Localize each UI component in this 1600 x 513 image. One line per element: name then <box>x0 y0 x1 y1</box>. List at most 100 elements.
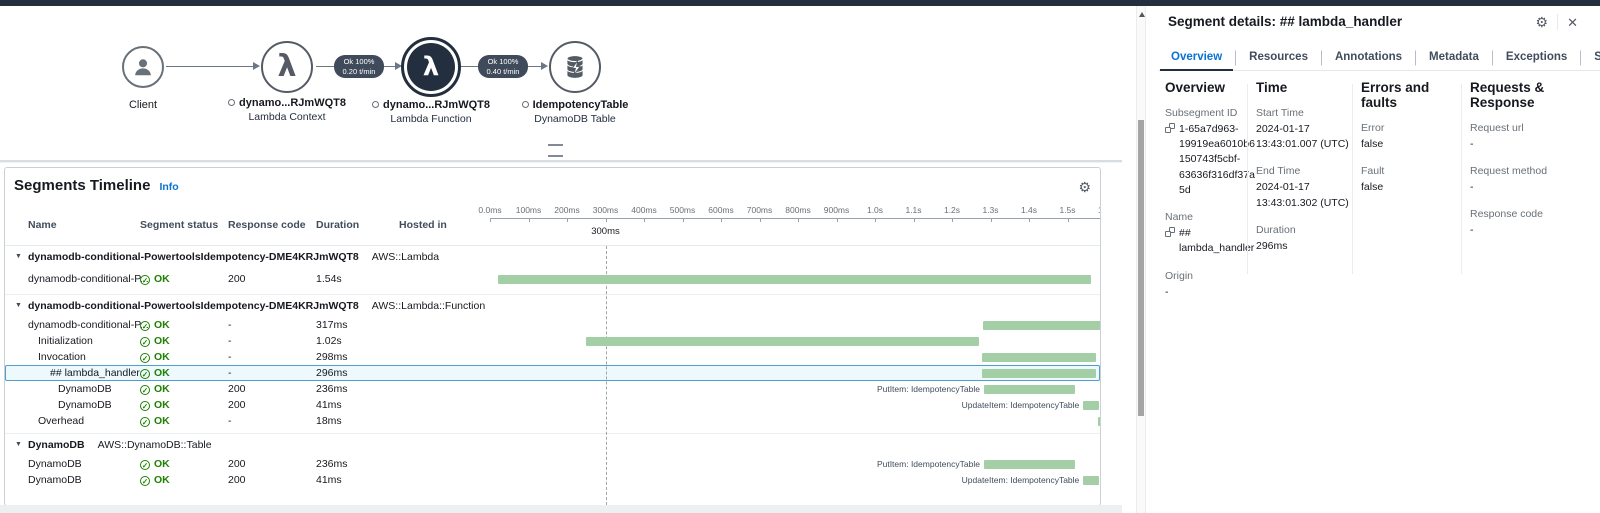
ok-check-icon: ✓ <box>140 476 150 486</box>
segment-name: dynamodb-conditional-P... <box>28 268 149 290</box>
column-rule <box>1461 84 1462 274</box>
field-label: Duration <box>1256 224 1356 236</box>
response-code: 200 <box>228 268 246 290</box>
duration: 298ms <box>316 349 348 365</box>
segment-status: ✓OK <box>140 317 170 333</box>
timeline-segment-row[interactable]: DynamoDB✓OK20041msUpdateItem: Idempotenc… <box>5 397 1100 413</box>
axis-tick-label: 1.5s <box>1059 205 1075 215</box>
axis-tick-mark <box>837 218 838 222</box>
segment-status: ✓OK <box>140 268 170 290</box>
group-name: dynamodb-conditional-PowertoolsIdempoten… <box>28 295 359 317</box>
duration-bar[interactable] <box>1083 401 1099 410</box>
timeline-segment-row[interactable]: DynamoDB✓OK20041msUpdateItem: Idempotenc… <box>5 472 1100 488</box>
duration-bar[interactable] <box>984 385 1075 394</box>
segment-name: DynamoDB <box>28 472 82 488</box>
field-label: End Time <box>1256 165 1356 177</box>
duration-bar[interactable] <box>1083 476 1099 485</box>
detail-field: Faultfalse <box>1361 165 1456 195</box>
timeline-segment-row[interactable]: Overhead✓OK-18ms <box>5 413 1100 429</box>
field-label: Origin <box>1165 270 1257 282</box>
field-value: - <box>1470 181 1474 193</box>
collapse-triangle-icon[interactable]: ▼ <box>15 295 22 317</box>
node-lambda-context[interactable]: λ <box>261 41 313 93</box>
panel-resize-handle[interactable] <box>548 144 563 157</box>
tab-exceptions[interactable]: Exceptions <box>1492 46 1580 70</box>
detail-field: Request url- <box>1470 122 1570 152</box>
axis-tick-mark <box>991 218 992 222</box>
scrollbar-thumb[interactable] <box>1138 120 1144 416</box>
segment-name: DynamoDB <box>58 381 112 397</box>
collapse-triangle-icon[interactable]: ▼ <box>15 434 22 456</box>
duration: 18ms <box>316 413 342 429</box>
timeline-group-header[interactable]: ▼ dynamodb-conditional-PowertoolsIdempote… <box>5 294 1100 317</box>
ok-check-icon: ✓ <box>140 417 150 427</box>
segment-name: Invocation <box>38 349 86 365</box>
duration: 317ms <box>316 317 348 333</box>
axis-tick-label: 100ms <box>516 205 542 215</box>
timeline-segment-row[interactable]: Invocation✓OK-298ms <box>5 349 1100 365</box>
field-label: Request method <box>1470 165 1570 177</box>
duration: 236ms <box>316 456 348 472</box>
edge-badge-context-function[interactable]: Ok 100% 0.20 t/min <box>334 55 384 78</box>
timeline-settings-gear-icon[interactable]: ⚙ <box>1078 180 1091 194</box>
tab-resources[interactable]: Resources <box>1235 46 1321 70</box>
duration-bar[interactable] <box>586 337 979 346</box>
user-icon <box>132 56 154 78</box>
timeline-segment-row[interactable]: DynamoDB✓OK200236msPutItem: IdempotencyT… <box>5 456 1100 472</box>
field-label: Name <box>1165 211 1257 223</box>
detail-field: Response code- <box>1470 208 1570 238</box>
edge-badge-function-table[interactable]: Ok 100% 0.40 t/min <box>478 55 528 78</box>
node-idempotency-table[interactable] <box>549 41 601 93</box>
duration-bar[interactable] <box>982 369 1096 378</box>
axis-tick-mark <box>721 218 722 222</box>
close-icon[interactable]: ✕ <box>1567 16 1578 29</box>
duration: 236ms <box>316 381 348 397</box>
timeline-segment-row[interactable]: dynamodb-conditional-P...✓OK2001.54s <box>5 268 1100 290</box>
duration-bar[interactable] <box>984 460 1075 469</box>
timeline-segment-row[interactable]: dynamodb-conditional-P...✓OK-317ms <box>5 317 1100 333</box>
segment-status: ✓OK <box>140 397 170 413</box>
duration-bar[interactable] <box>982 353 1097 362</box>
timeline-group-header[interactable]: ▼DynamoDBAWS::DynamoDB::Table <box>5 433 1100 456</box>
tab-annotations[interactable]: Annotations <box>1321 46 1415 70</box>
bar-operation-label: UpdateItem: IdempotencyTable <box>879 397 1079 413</box>
timeline-bottom-scroll-area[interactable] <box>0 505 1122 513</box>
timeline-segment-row[interactable]: ## lambda_handler✓OK-296ms <box>5 365 1100 381</box>
axis-tick-label: 800ms <box>785 205 811 215</box>
axis-tick-mark <box>490 218 491 222</box>
field-label: Subsegment ID <box>1165 107 1257 119</box>
copy-icon[interactable] <box>1165 227 1175 237</box>
time-marker-line <box>606 246 607 505</box>
duration-bar[interactable] <box>498 275 1091 284</box>
node-client[interactable] <box>122 46 164 88</box>
timeline-segment-row[interactable]: DynamoDB✓OK200236msPutItem: IdempotencyT… <box>5 381 1100 397</box>
node-idempotency-table-label: IdempotencyTable DynamoDB Table <box>490 99 660 125</box>
axis-tick-label: 500ms <box>670 205 696 215</box>
scrollbar-up-arrow-icon[interactable] <box>1139 12 1145 17</box>
collapse-triangle-icon[interactable]: ▼ <box>15 246 22 268</box>
field-label: Start Time <box>1256 107 1356 119</box>
duration-bar[interactable] <box>1098 417 1101 426</box>
copy-icon[interactable] <box>1165 123 1175 133</box>
response-code: - <box>228 333 232 349</box>
segment-status: ✓OK <box>140 472 170 488</box>
axis-tick-label: 1.4s <box>1021 205 1037 215</box>
service-map: Ok 100% 0.20 t/min Ok 100% 0.40 t/min Cl… <box>0 6 1122 161</box>
node-lambda-function[interactable]: λ <box>401 37 461 97</box>
ok-check-icon: ✓ <box>140 275 150 285</box>
axis-tick-mark <box>1068 218 1069 222</box>
timeline-group-header[interactable]: ▼dynamodb-conditional-PowertoolsIdempote… <box>5 246 1100 268</box>
timeline-segment-row[interactable]: Initialization✓OK-1.02s <box>5 333 1100 349</box>
duration-bar[interactable] <box>983 321 1101 330</box>
tab-sql[interactable]: SQL <box>1580 46 1600 70</box>
details-settings-gear-icon[interactable]: ⚙ <box>1536 15 1549 29</box>
status-ring-icon <box>228 99 235 106</box>
detail-field: End Time2024-01-17 13:43:01.302 (UTC) <box>1256 165 1356 210</box>
tab-overview[interactable]: Overview <box>1158 46 1235 70</box>
tab-metadata[interactable]: Metadata <box>1415 46 1492 70</box>
column-rule <box>1352 84 1353 274</box>
column-heading: Overview <box>1165 80 1257 95</box>
vertical-scrollbar[interactable] <box>1136 6 1146 513</box>
field-value: 2024-01-17 13:43:01.007 (UTC) <box>1256 123 1349 150</box>
info-link[interactable]: Info <box>159 181 178 193</box>
